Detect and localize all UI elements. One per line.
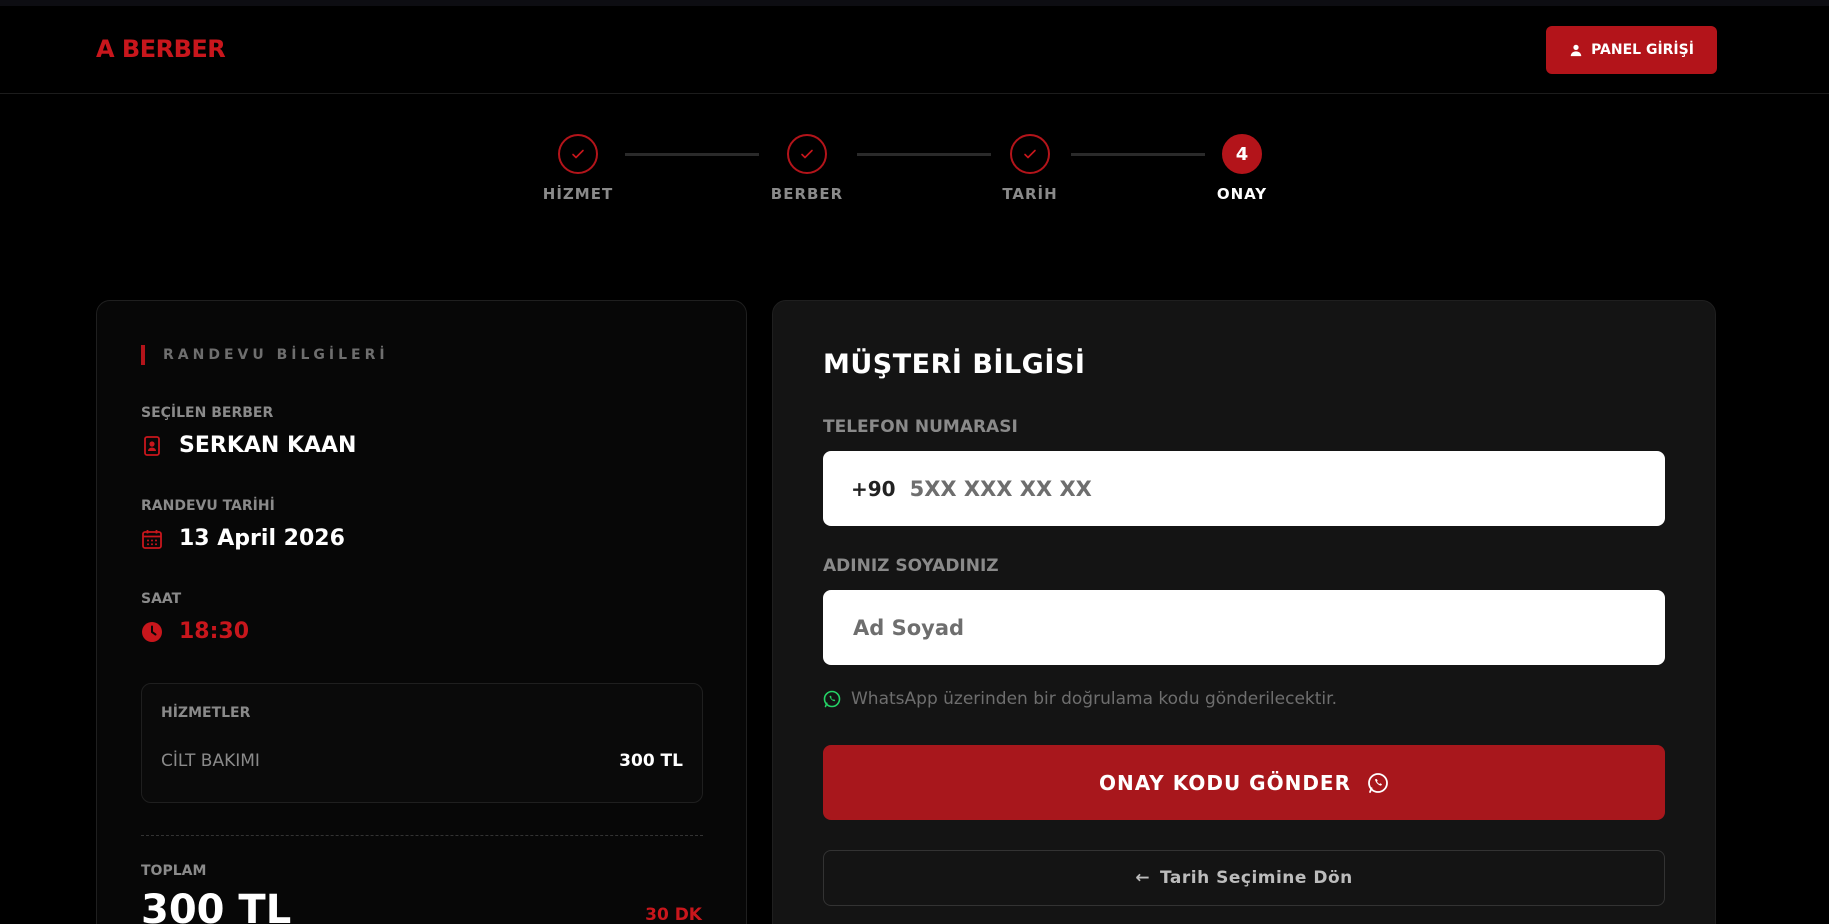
clock-icon [142, 621, 162, 642]
phone-field: +90 [823, 451, 1665, 526]
check-icon [1024, 149, 1036, 159]
calendar-icon [142, 529, 162, 549]
step-label: BERBER [770, 185, 844, 203]
summary-heading: RANDEVU BİLGİLERİ [141, 345, 389, 365]
send-code-button[interactable]: ONAY KODU GÖNDER [823, 745, 1665, 820]
customer-info-card: MÜŞTERİ BİLGİSİ TELEFON NUMARASI +90 ADI… [772, 300, 1716, 924]
step-label: ONAY [1216, 185, 1268, 203]
barber-value-row: SERKAN KAAN [141, 433, 356, 458]
date-value-row: 13 April 2026 [141, 526, 345, 551]
panel-login-button[interactable]: PANEL GİRİŞİ [1546, 26, 1717, 74]
user-icon [1570, 44, 1582, 57]
step-hizmet[interactable]: HİZMET [518, 134, 638, 203]
whatsapp-note: WhatsApp üzerinden bir doğrulama kodu gö… [823, 689, 1337, 709]
step-tarih[interactable]: TARİH [970, 134, 1090, 203]
total-label: TOPLAM [141, 863, 207, 879]
services-box: HİZMETLER CİLT BAKIMI 300 TL [141, 683, 703, 803]
date-label: RANDEVU TARİHİ [141, 498, 275, 514]
check-icon [801, 149, 813, 159]
service-name: CİLT BAKIMI [161, 751, 260, 771]
summary-heading-text: RANDEVU BİLGİLERİ [163, 347, 389, 363]
barber-name: SERKAN KAAN [179, 433, 357, 458]
time-value-row: 18:30 [141, 619, 249, 644]
back-to-date-button[interactable]: ← Tarih Seçimine Dön [823, 850, 1665, 906]
step-done-indicator [787, 134, 827, 174]
name-label: ADINIZ SOYADINIZ [823, 556, 999, 576]
phone-label: TELEFON NUMARASI [823, 417, 1018, 437]
appointment-summary-card: RANDEVU BİLGİLERİ SEÇİLEN BERBER SERKAN … [96, 300, 747, 924]
check-icon [572, 149, 584, 159]
summary-divider [141, 835, 703, 836]
services-label: HİZMETLER [161, 705, 251, 721]
arrow-left-icon: ← [1135, 868, 1150, 888]
phone-input[interactable] [909, 476, 1610, 501]
duration-value: 30 DK [645, 905, 702, 924]
form-title: MÜŞTERİ BİLGİSİ [823, 349, 1086, 380]
name-input[interactable] [853, 615, 1553, 640]
site-header: A BERBER PANEL GİRİŞİ [0, 6, 1829, 94]
time-label: SAAT [141, 591, 182, 607]
booking-stepper: HİZMET BERBER TARİH 4 ONAY [0, 134, 1829, 214]
heading-accent-bar [141, 345, 145, 365]
step-number-indicator: 4 [1222, 134, 1262, 174]
step-berber[interactable]: BERBER [747, 134, 867, 203]
brand-logo[interactable]: A BERBER [96, 35, 226, 63]
panel-login-label: PANEL GİRİŞİ [1591, 42, 1694, 58]
send-code-label: ONAY KODU GÖNDER [1099, 770, 1351, 795]
name-field [823, 590, 1665, 665]
back-button-label: Tarih Seçimine Dön [1159, 868, 1353, 888]
whatsapp-icon [1368, 772, 1388, 793]
step-connector [625, 153, 759, 156]
step-label: TARİH [1002, 185, 1058, 203]
step-done-indicator [1010, 134, 1050, 174]
date-value: 13 April 2026 [179, 526, 345, 551]
step-label: HİZMET [542, 185, 614, 203]
barber-badge-icon [144, 435, 160, 456]
service-price: 300 TL [619, 751, 683, 771]
phone-prefix: +90 [851, 476, 896, 501]
whatsapp-note-text: WhatsApp üzerinden bir doğrulama kodu gö… [851, 689, 1337, 709]
time-value: 18:30 [179, 619, 250, 644]
step-onay[interactable]: 4 ONAY [1182, 134, 1302, 203]
step-done-indicator [558, 134, 598, 174]
whatsapp-icon [823, 690, 841, 708]
total-value: 300 TL [141, 887, 292, 924]
barber-label: SEÇİLEN BERBER [141, 405, 274, 421]
